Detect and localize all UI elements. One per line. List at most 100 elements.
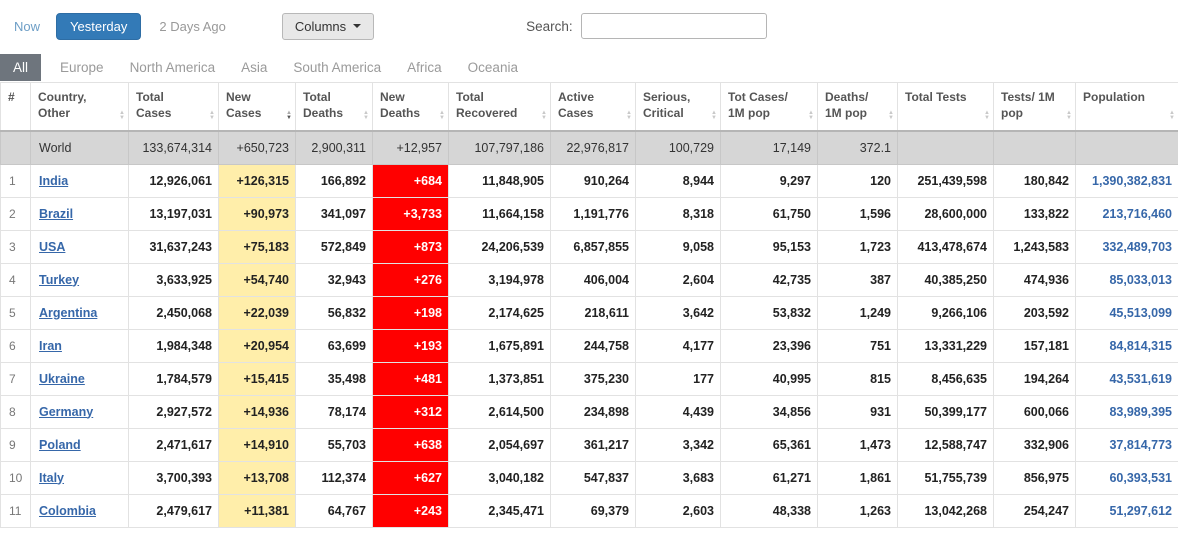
continent-tab-north-america[interactable]: North America	[117, 54, 229, 81]
continent-tab-all[interactable]: All	[0, 54, 41, 81]
sort-icon: ▲▼	[808, 111, 814, 121]
country-link[interactable]: Poland	[39, 438, 81, 452]
country-link[interactable]: Iran	[39, 339, 62, 353]
cell-rank: 11	[1, 494, 31, 527]
cell-deaths-per-1m: 372.1	[818, 131, 898, 165]
cell-rank	[1, 131, 31, 165]
col-header-label: Country, Other	[38, 90, 86, 120]
col-header-label: Total Recovered	[456, 90, 517, 120]
country-link[interactable]: Turkey	[39, 273, 79, 287]
country-link[interactable]: Colombia	[39, 504, 96, 518]
col-header-country[interactable]: Country, Other▲▼	[31, 83, 129, 131]
cell-total-tests: 28,600,000	[898, 197, 994, 230]
col-header-population[interactable]: Population▲▼	[1076, 83, 1178, 131]
cell-total-cases: 3,633,925	[129, 263, 219, 296]
cell-total-cases: 13,197,031	[129, 197, 219, 230]
col-header-total-tests[interactable]: Total Tests▲▼	[898, 83, 994, 131]
cell-total-recovered: 24,206,539	[449, 230, 551, 263]
cell-active-cases: 361,217	[551, 428, 636, 461]
col-header-total-recovered[interactable]: Total Recovered ▲▼	[449, 83, 551, 131]
col-header-new-cases[interactable]: New Cases▲▼	[219, 83, 296, 131]
continent-tab-europe[interactable]: Europe	[47, 54, 117, 81]
col-header-deaths-per-1m[interactable]: Deaths/ 1M pop▲▼	[818, 83, 898, 131]
country-link[interactable]: Germany	[39, 405, 93, 419]
col-header-label: #	[8, 90, 15, 104]
continent-tab-asia[interactable]: Asia	[228, 54, 280, 81]
cell-cases-per-1m: 65,361	[721, 428, 818, 461]
search-input[interactable]	[581, 13, 767, 39]
cell-country: Ukraine	[31, 362, 129, 395]
cell-total-recovered: 1,373,851	[449, 362, 551, 395]
table-row: 3USA31,637,243+75,183572,849+87324,206,5…	[1, 230, 1178, 263]
country-link[interactable]: Ukraine	[39, 372, 85, 386]
cell-country: Turkey	[31, 263, 129, 296]
cell-new-deaths: +243	[373, 494, 449, 527]
cell-cases-per-1m: 61,271	[721, 461, 818, 494]
cell-rank: 4	[1, 263, 31, 296]
top-controls-bar: Now Yesterday 2 Days Ago Columns Search:	[0, 0, 1178, 52]
col-header-new-deaths[interactable]: New Deaths▲▼	[373, 83, 449, 131]
col-header-label: Total Deaths	[303, 90, 343, 120]
col-header-total-cases[interactable]: Total Cases▲▼	[129, 83, 219, 131]
cell-total-tests: 51,755,739	[898, 461, 994, 494]
sort-icon: ▲▼	[541, 111, 547, 121]
cell-rank: 10	[1, 461, 31, 494]
cell-deaths-per-1m: 1,473	[818, 428, 898, 461]
table-row: 1India12,926,061+126,315166,892+68411,84…	[1, 164, 1178, 197]
country-link[interactable]: Italy	[39, 471, 64, 485]
continent-tab-africa[interactable]: Africa	[394, 54, 455, 81]
col-header-active-cases[interactable]: Active Cases▲▼	[551, 83, 636, 131]
continent-tab-oceania[interactable]: Oceania	[455, 54, 531, 81]
cell-deaths-per-1m: 1,249	[818, 296, 898, 329]
country-link[interactable]: India	[39, 174, 68, 188]
two-days-ago-tab[interactable]: 2 Days Ago	[159, 19, 226, 34]
table-row: 8Germany2,927,572+14,93678,174+3122,614,…	[1, 395, 1178, 428]
cell-tests-per-1m	[994, 131, 1076, 165]
cell-deaths-per-1m: 751	[818, 329, 898, 362]
country-link[interactable]: USA	[39, 240, 65, 254]
cell-new-cases: +75,183	[219, 230, 296, 263]
col-header-tests-per-1m[interactable]: Tests/ 1M pop▲▼	[994, 83, 1076, 131]
columns-dropdown-button[interactable]: Columns	[282, 13, 374, 40]
cell-total-tests: 13,331,229	[898, 329, 994, 362]
country-link[interactable]: Argentina	[39, 306, 97, 320]
cell-new-cases: +90,973	[219, 197, 296, 230]
cell-new-deaths: +12,957	[373, 131, 449, 165]
cell-new-cases: +13,708	[219, 461, 296, 494]
cell-active-cases: 910,264	[551, 164, 636, 197]
cell-rank: 3	[1, 230, 31, 263]
sort-icon: ▲▼	[984, 111, 990, 121]
col-header-serious-critical[interactable]: Serious, Critical▲▼	[636, 83, 721, 131]
continent-tab-south-america[interactable]: South America	[280, 54, 394, 81]
country-link[interactable]: Brazil	[39, 207, 73, 221]
cell-total-deaths: 112,374	[296, 461, 373, 494]
now-tab[interactable]: Now	[14, 19, 40, 34]
cell-country: USA	[31, 230, 129, 263]
cell-total-deaths: 63,699	[296, 329, 373, 362]
cell-total-recovered: 2,345,471	[449, 494, 551, 527]
cell-new-deaths: +276	[373, 263, 449, 296]
cell-new-cases: +22,039	[219, 296, 296, 329]
cell-tests-per-1m: 203,592	[994, 296, 1076, 329]
cell-new-deaths: +684	[373, 164, 449, 197]
cell-serious-critical: 100,729	[636, 131, 721, 165]
cell-population: 83,989,395	[1076, 395, 1178, 428]
cell-tests-per-1m: 1,243,583	[994, 230, 1076, 263]
sort-icon: ▲▼	[209, 111, 215, 121]
cell-total-tests	[898, 131, 994, 165]
col-header-cases-per-1m[interactable]: Tot Cases/ 1M pop▲▼	[721, 83, 818, 131]
cell-tests-per-1m: 133,822	[994, 197, 1076, 230]
col-header-total-deaths[interactable]: Total Deaths▲▼	[296, 83, 373, 131]
cell-rank: 9	[1, 428, 31, 461]
cell-total-cases: 12,926,061	[129, 164, 219, 197]
cell-total-deaths: 32,943	[296, 263, 373, 296]
cell-country: Iran	[31, 329, 129, 362]
cell-new-deaths: +627	[373, 461, 449, 494]
cell-total-deaths: 2,900,311	[296, 131, 373, 165]
cell-active-cases: 22,976,817	[551, 131, 636, 165]
cell-tests-per-1m: 157,181	[994, 329, 1076, 362]
cell-active-cases: 1,191,776	[551, 197, 636, 230]
sort-icon: ▲▼	[1169, 111, 1175, 121]
yesterday-tab[interactable]: Yesterday	[56, 13, 141, 40]
cell-active-cases: 547,837	[551, 461, 636, 494]
